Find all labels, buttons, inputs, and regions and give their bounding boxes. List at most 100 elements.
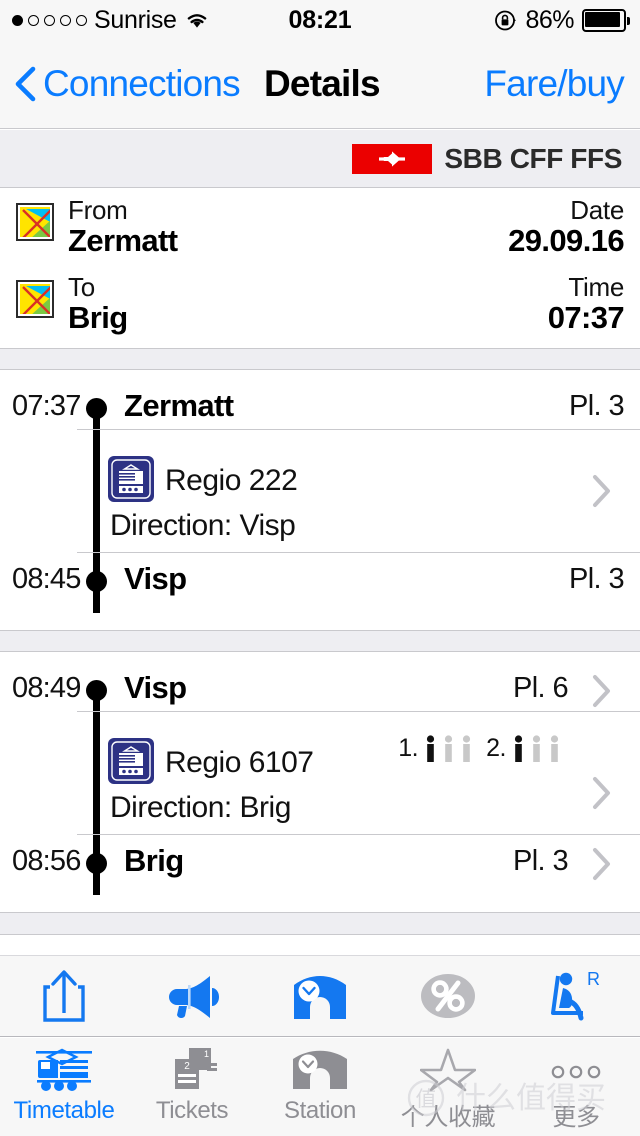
operator-name: SBB CFF FFS (444, 142, 622, 174)
status-bar: Sunrise 08:21 86% (0, 0, 640, 40)
train-icon (108, 456, 154, 502)
leg-service-row[interactable]: Regio 6107 Direction: Brig 1. 2. (0, 712, 640, 834)
back-button[interactable]: Connections (14, 63, 241, 105)
tab-station-label: Station (284, 1097, 356, 1124)
person-icon-empty (445, 735, 453, 762)
chevron-right-icon[interactable] (592, 674, 612, 708)
person-icon-empty (532, 735, 541, 762)
arrival-platform: Pl. 3 (512, 845, 569, 877)
from-label: From (68, 195, 128, 225)
date-label: Date (570, 195, 624, 225)
departure-station: Zermatt (124, 388, 234, 423)
departure-time: 07:37 (12, 390, 81, 422)
more-dots-icon (542, 1046, 610, 1092)
star-icon (420, 1046, 476, 1092)
chevron-right-icon[interactable] (592, 847, 612, 881)
tab-favorites-label: 个人收藏 (400, 1104, 496, 1131)
back-button-label: Connections (43, 63, 241, 104)
navigation-bar: Connections Details Fare/buy (0, 40, 640, 129)
operator-brand-bar: SBB CFF FFS (0, 130, 640, 188)
leg-departure-row[interactable]: 08:49 Visp Pl. 6 (0, 653, 640, 711)
person-icon-empty (550, 735, 559, 762)
time-label: Time (568, 272, 624, 302)
service-line-name: Regio 6107 (165, 746, 314, 779)
arrival-platform: Pl. 3 (568, 563, 625, 595)
person-icon-empty (463, 735, 471, 762)
chevron-right-icon[interactable] (592, 776, 612, 810)
megaphone-icon[interactable] (128, 972, 256, 1020)
broken-image-icon (16, 203, 54, 241)
broken-image-icon (16, 280, 54, 318)
tab-timetable-label: Timetable (13, 1097, 115, 1124)
occupancy-class-2-label: 2. (486, 734, 506, 762)
tab-more[interactable]: 更多 (512, 1038, 640, 1132)
tab-tickets-label: Tickets (155, 1097, 229, 1124)
tickets-icon: 1 2 (163, 1046, 221, 1092)
from-station: Zermatt (68, 223, 178, 258)
tab-station[interactable]: Station (256, 1038, 384, 1125)
train-icon (108, 738, 154, 784)
stop-dot (86, 853, 107, 874)
leg-departure-row[interactable]: 07:37 Zermatt Pl. 3 (0, 371, 640, 429)
departure-time: 08:49 (12, 672, 81, 704)
sbb-cross-arrows-icon (352, 143, 433, 174)
departure-platform: Pl. 6 (512, 672, 569, 704)
leg-arrival-row[interactable]: 08:56 Brig Pl. 3 (0, 835, 640, 895)
arrival-time: 08:45 (12, 563, 81, 595)
tab-more-label: 更多 (552, 1104, 600, 1131)
svg-text:2: 2 (184, 1061, 190, 1072)
occupancy-class-2: 2. (486, 734, 562, 763)
status-bar-right: 86% (494, 6, 630, 35)
person-icon-filled (427, 735, 435, 762)
page-title: Details (264, 63, 381, 104)
tab-bar: Timetable 1 2 Tickets Station 个人收藏 更多 (0, 1038, 640, 1136)
station-clock-icon (290, 1046, 350, 1092)
battery-percent: 86% (525, 5, 574, 34)
leg-service-row[interactable]: Regio 222 Direction: Visp (0, 430, 640, 552)
occupancy-indicator: 1. 2. (398, 734, 562, 763)
trip-summary-panel: From Zermatt Date 29.09.16 To Brig Time … (0, 189, 640, 348)
journey-leg-2: 08:49 Visp Pl. 6 Regio 6107 Direction: B… (0, 653, 640, 912)
rotation-lock-icon (494, 9, 517, 32)
app-screen: Sunrise 08:21 86% Connections Details Fa… (0, 0, 640, 1136)
service-direction: Direction: Brig (110, 791, 291, 824)
time-value: 07:37 (547, 300, 625, 335)
to-label: To (68, 272, 95, 302)
tab-timetable[interactable]: Timetable (0, 1038, 128, 1125)
chevron-left-icon (14, 66, 36, 102)
service-direction: Direction: Visp (110, 509, 296, 542)
chevron-right-icon[interactable] (592, 474, 612, 508)
stop-dot (86, 680, 107, 701)
occupancy-class-1: 1. (398, 734, 474, 763)
fare-buy-button[interactable]: Fare/buy (484, 63, 624, 105)
section-separator (0, 348, 640, 370)
arrival-time: 08:56 (12, 845, 81, 877)
occupancy-class-1-label: 1. (398, 734, 419, 762)
departure-station: Visp (124, 670, 187, 705)
date-value: 29.09.16 (508, 223, 624, 258)
train-front-icon (32, 1046, 96, 1092)
tab-tickets[interactable]: 1 2 Tickets (128, 1038, 256, 1125)
svg-text:1: 1 (204, 1049, 209, 1059)
journey-leg-1: 07:37 Zermatt Pl. 3 Regio 222 Direction:… (0, 371, 640, 630)
arrival-station: Brig (124, 843, 184, 878)
tab-favorites[interactable]: 个人收藏 (384, 1038, 512, 1132)
arrival-station: Visp (124, 561, 187, 596)
departure-platform: Pl. 3 (568, 390, 625, 422)
leg-arrival-row[interactable]: 08:45 Visp Pl. 3 (0, 553, 640, 613)
seat-reservation-icon[interactable]: R (512, 968, 640, 1024)
battery-full-icon (582, 8, 630, 32)
trip-summary-from-row: From Zermatt Date 29.09.16 (0, 195, 640, 271)
stop-dot (86, 398, 107, 419)
share-icon[interactable] (0, 967, 128, 1025)
action-toolbar: R (0, 955, 640, 1037)
svg-text:R: R (587, 969, 600, 989)
percent-icon (384, 968, 512, 1024)
section-separator (0, 912, 640, 935)
person-icon-filled (514, 735, 523, 762)
service-line-name: Regio 222 (165, 464, 298, 497)
to-station: Brig (68, 300, 128, 335)
section-separator (0, 630, 640, 652)
station-clock-icon[interactable] (256, 969, 384, 1023)
stop-dot (86, 571, 107, 592)
